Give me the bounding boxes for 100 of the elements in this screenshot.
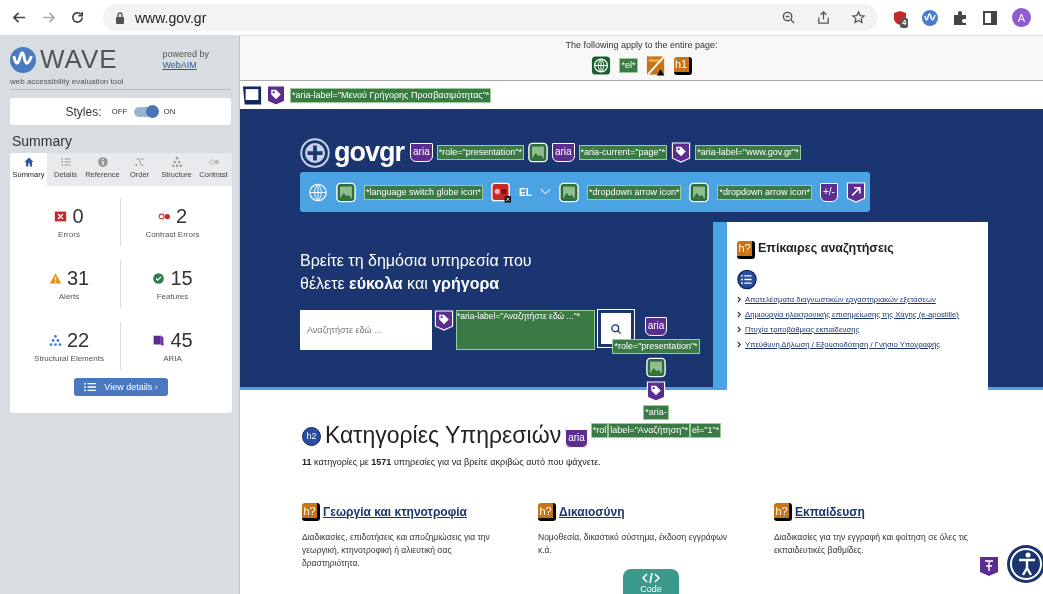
contrast-error-icon (157, 210, 171, 223)
attribute-label: *el* (619, 58, 638, 73)
image-icon (646, 357, 666, 378)
category-description: Διαδικασίες, επιδοτήσεις και αποζημιώσεις για την γεωργική, κτηνοτροφική ή αλιευτική σας δραστηριότητα. (302, 531, 491, 570)
reload-icon[interactable] (70, 10, 85, 25)
aria-marker: aria (410, 143, 433, 162)
image-icon (527, 142, 548, 163)
tag-icon (266, 84, 286, 106)
heading-marker: h? (302, 503, 320, 521)
share-icon[interactable] (816, 10, 831, 25)
puzzle-icon[interactable] (952, 9, 968, 26)
attribute-label: *aria-current="page"* (578, 145, 668, 160)
tag-icon (434, 310, 454, 331)
count: 22 (66, 329, 90, 352)
structure-icon (48, 334, 62, 347)
hero-heading-line: Βρείτε τη δημόσια υπηρεσία που (300, 251, 533, 271)
card-heading: Επίκαιρες αναζητήσεις (758, 241, 894, 256)
on-label: ON (163, 107, 176, 116)
attribute-label: *dropdown arrow icon* (586, 184, 682, 200)
order-icon (133, 156, 146, 168)
attribute-label: *role="presentation"* (436, 145, 524, 160)
language-error-icon (491, 181, 512, 203)
list-icon (737, 268, 757, 290)
aria-marker: aria (565, 428, 588, 448)
off-label: OFF (111, 107, 128, 116)
count: 45 (170, 329, 193, 352)
error-icon (54, 210, 68, 223)
attribute-label: *language switch globe icon* (364, 184, 484, 200)
view-details-button[interactable]: View details › (74, 378, 168, 396)
category-link[interactable]: Δικαιοσύνη (559, 505, 625, 519)
count-label: Structural Elements (34, 354, 104, 363)
summary-heading: Summary (12, 133, 73, 149)
attribute-label: *dropdown arrow icon* (717, 184, 812, 200)
attribute-label: label="Αναζήτηση"* (608, 423, 690, 438)
attribute-label: *aria- (643, 405, 669, 420)
count: 31 (66, 267, 90, 290)
attribute-label: *aria-label="www.gov.gr"* (695, 145, 801, 160)
category-link[interactable]: Γεωργία και κτηνοτροφία (323, 505, 467, 519)
url-text: www.gov.gr (135, 9, 207, 26)
attribute-label: el="1"* (690, 423, 722, 438)
powered-by-text: powered by (162, 48, 209, 60)
heading-marker: h? (774, 503, 792, 521)
star-icon[interactable] (851, 10, 866, 25)
category-link[interactable]: Εκπαίδευση (795, 505, 865, 519)
category-description: Νομοθεσία, δικαστικό σύστημα, έκδοση εγγράφων κ.ά. (538, 531, 729, 557)
hero-heading-line: θέλετε εύκολα και γρήγορα (300, 274, 501, 294)
attribute-label: *aria-label="Μενού Γρήγορης Προσβασιμότητας"* (290, 87, 492, 103)
webaim-link[interactable]: WebAIM (162, 59, 209, 71)
heading-marker: h? (538, 503, 556, 521)
aria-icon (152, 334, 166, 347)
code-icon (641, 572, 661, 584)
app-title: WAVE (40, 44, 118, 75)
accessibility-icon[interactable] (1006, 544, 1043, 584)
attribute-label: *rol (590, 423, 609, 438)
page-note: The following apply to the entire page: (565, 40, 718, 50)
wave-logo-icon (10, 46, 36, 73)
structure-icon (170, 156, 183, 168)
image-icon (558, 181, 579, 203)
count-label: Contrast Errors (145, 230, 200, 239)
section-summary: 11 κατηγορίες με 1571 υπηρεσίες για να βρείτε ακριβώς αυτό που ψάχνετε. (302, 457, 601, 467)
count: 0 (72, 205, 84, 228)
back-icon[interactable] (12, 10, 27, 25)
search-field[interactable]: Αναζητήστε εδώ ... (300, 310, 432, 350)
emblem-icon (300, 137, 330, 168)
tag-icon (671, 142, 692, 163)
heading-marker: h1 (673, 56, 692, 75)
caret-icon (539, 188, 551, 196)
count-label: Features (156, 292, 189, 301)
wave-extension-icon[interactable] (922, 9, 938, 26)
count-label: Errors (58, 230, 80, 239)
attribute-label: *role="presentation"* (612, 339, 700, 354)
lock-icon (115, 11, 125, 24)
alert-icon (48, 272, 62, 285)
globe-icon (591, 55, 612, 76)
count: 15 (170, 267, 193, 290)
list-icon (84, 382, 97, 392)
count-label: Alerts (58, 292, 80, 301)
globe-icon (308, 181, 328, 203)
address-bar[interactable]: www.gov.gr (103, 4, 878, 31)
list-icon (59, 156, 72, 168)
styles-toggle[interactable] (133, 106, 158, 117)
home-icon (22, 156, 35, 168)
search-icon (610, 322, 622, 335)
section-heading: Κατηγορίες Υπηρεσιών (325, 422, 562, 449)
site-logo[interactable]: govgr (334, 137, 404, 168)
tag-icon (646, 381, 666, 402)
category-description: Διαδικασίες για την εγγραφή και φοίτηση σε όλες τις εκπαιδευτικές βαθμίδες. (774, 531, 969, 557)
aria-marker: aria (551, 143, 575, 162)
image-icon (336, 181, 356, 203)
count: 2 (175, 205, 188, 228)
side-panel-icon[interactable] (982, 9, 998, 26)
styles-label: Styles: (65, 104, 102, 119)
extension-count: 4 (900, 17, 909, 28)
feature-icon (152, 272, 166, 285)
heading-marker: h? (737, 240, 755, 259)
profile-avatar[interactable]: A (1012, 8, 1031, 27)
heading-marker: h2 (302, 426, 321, 446)
zoom-out-icon[interactable] (781, 10, 796, 25)
contrast-icon (207, 156, 220, 168)
arrow-icon (845, 181, 866, 203)
